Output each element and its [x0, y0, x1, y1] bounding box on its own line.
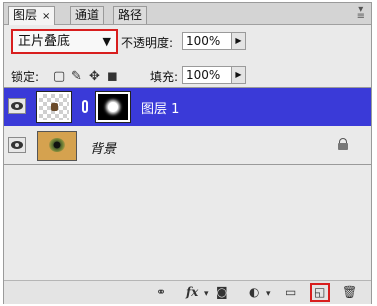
add-mask-icon[interactable]: ◙: [216, 285, 228, 301]
background-thumbnail[interactable]: [37, 131, 77, 161]
tab-paths[interactable]: 路径: [113, 6, 148, 24]
fill-label: 填充:: [150, 70, 179, 84]
layer-row-background[interactable]: 背景: [4, 127, 371, 165]
fill-slider-arrow-icon[interactable]: ▶: [231, 66, 246, 84]
tab-channels[interactable]: 通道: [70, 6, 105, 24]
layer-row-layer1[interactable]: 图层 1: [4, 88, 371, 126]
new-layer-icon[interactable]: ◱: [314, 285, 325, 301]
opacity-label: 不透明度:: [121, 36, 174, 50]
visibility-eye-icon[interactable]: [8, 137, 26, 153]
layer-mask-thumbnail[interactable]: [95, 91, 131, 123]
tab-layers[interactable]: 图层 ×: [8, 6, 56, 25]
lock-move-icon[interactable]: ✥: [89, 69, 100, 84]
layer-name[interactable]: 背景: [90, 138, 116, 157]
tab-paths-label: 路径: [118, 8, 143, 22]
chevron-down-icon: ▼: [102, 35, 111, 48]
blend-mode-value: 正片叠底: [18, 34, 71, 49]
lock-all-icon[interactable]: ◼: [107, 69, 118, 84]
fill-field[interactable]: 100%: [182, 66, 232, 84]
lock-icon: [338, 138, 348, 150]
trash-icon[interactable]: 🗑: [342, 285, 357, 301]
layers-footer-toolbar: ⚭ fx ▾ ◙ ◐ ▾ ▭ ◱ 🗑: [4, 280, 371, 304]
new-group-icon[interactable]: ▭: [285, 285, 296, 301]
panel-menu-icon[interactable]: ▾ ≡: [357, 5, 365, 22]
tab-bar: 图层 × 通道 路径 ▾ ≡: [4, 3, 371, 25]
layers-panel: 图层 × 通道 路径 ▾ ≡ 正片叠底 ▼ 不透明度: 100% ▶ 锁定: ▢ ✎…: [3, 2, 372, 304]
lock-transparent-icon[interactable]: ▢: [53, 69, 65, 84]
link-chain-icon[interactable]: [82, 100, 88, 113]
tab-channels-label: 通道: [75, 8, 100, 22]
close-icon[interactable]: ×: [42, 11, 50, 22]
fx-dropdown-icon: ▾: [204, 289, 209, 299]
visibility-eye-icon[interactable]: [8, 98, 26, 114]
link-layers-icon[interactable]: ⚭: [156, 285, 166, 301]
layer-thumbnail[interactable]: [36, 91, 72, 123]
adjustment-dropdown-icon: ▾: [266, 289, 271, 299]
tab-layers-label: 图层: [13, 8, 38, 22]
fx-icon[interactable]: fx: [186, 285, 198, 301]
opacity-field[interactable]: 100%: [182, 32, 232, 50]
layers-list: 图层 1 背景: [4, 87, 371, 281]
lock-label: 锁定:: [11, 70, 40, 84]
blend-mode-select[interactable]: 正片叠底 ▼: [11, 29, 118, 54]
layer-name[interactable]: 图层 1: [141, 98, 179, 117]
opacity-slider-arrow-icon[interactable]: ▶: [231, 32, 246, 50]
lock-brush-icon[interactable]: ✎: [71, 69, 82, 84]
adjustment-layer-icon[interactable]: ◐: [249, 285, 259, 301]
